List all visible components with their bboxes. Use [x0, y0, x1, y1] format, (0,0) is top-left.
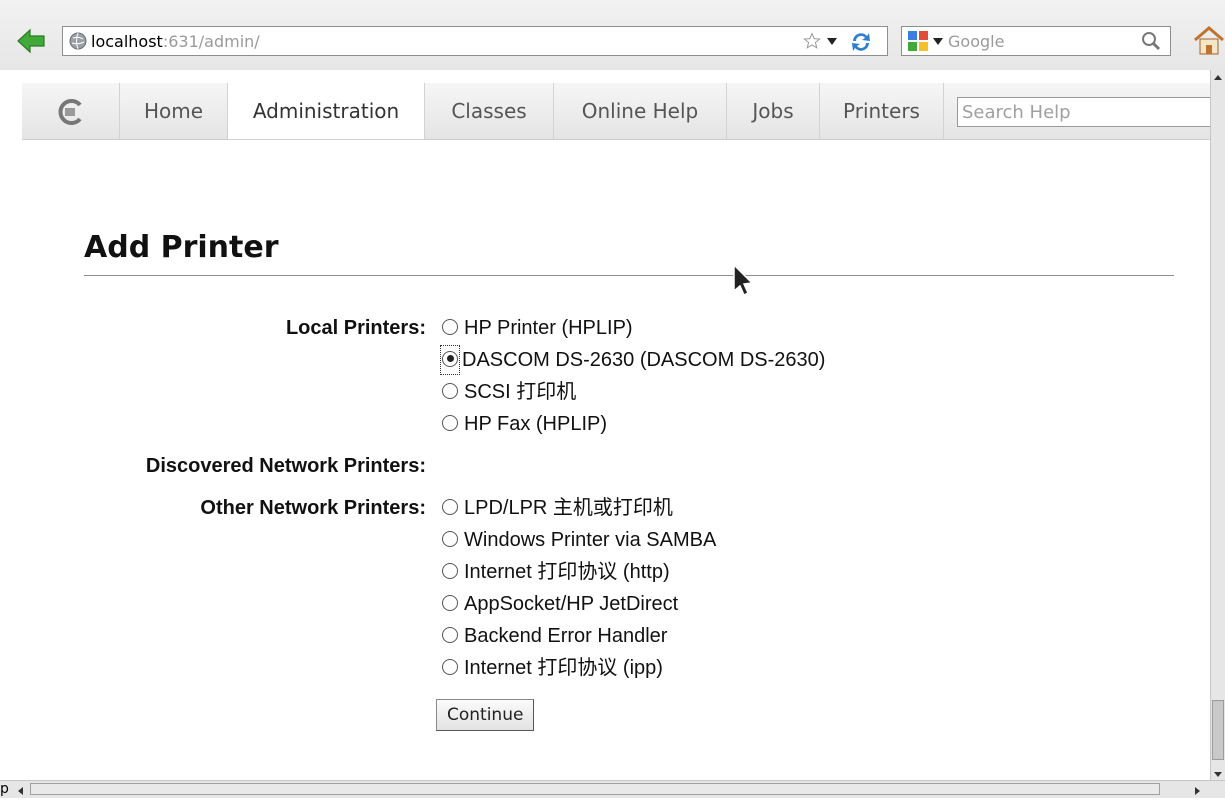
page-title: Add Printer: [84, 230, 279, 265]
browser-toolbar: localhost:631/admin/ Google: [0, 0, 1225, 70]
url-host: localhost: [91, 32, 163, 51]
history-dropdown-icon[interactable]: [827, 38, 837, 45]
option-label: Windows Printer via SAMBA: [464, 529, 717, 551]
globe-icon: [69, 32, 87, 50]
reload-icon[interactable]: [849, 30, 873, 54]
horizontal-scroll-thumb[interactable]: [30, 783, 1160, 795]
mouse-cursor-icon: [728, 263, 758, 299]
radio-focus-ring: [440, 345, 460, 375]
other-printers-label: Other Network Printers:: [200, 497, 426, 519]
option-label: DASCOM DS-2630 (DASCOM DS-2630): [462, 349, 826, 371]
magnifier-icon[interactable]: [1140, 30, 1162, 52]
option-label: HP Printer (HPLIP): [464, 317, 633, 339]
option-scsi[interactable]: SCSI 打印机: [442, 379, 576, 405]
star-icon[interactable]: [803, 32, 821, 50]
cups-logo-icon: [58, 99, 82, 125]
option-lpd[interactable]: LPD/LPR 主机或打印机: [442, 495, 673, 521]
horizontal-scrollbar[interactable]: [0, 780, 1225, 798]
option-dascom[interactable]: DASCOM DS-2630 (DASCOM DS-2630): [440, 345, 826, 375]
radio-button[interactable]: [442, 658, 458, 675]
url-text[interactable]: localhost:631/admin/: [91, 32, 260, 52]
home-icon[interactable]: [1192, 24, 1225, 58]
radio-button[interactable]: [442, 562, 458, 579]
cups-navbar: Home Administration Classes Online Help …: [22, 83, 1210, 140]
tab-online-help[interactable]: Online Help: [554, 83, 727, 139]
option-label: Internet 打印协议 (http): [464, 561, 670, 583]
option-hp-printer[interactable]: HP Printer (HPLIP): [442, 315, 633, 341]
option-label: SCSI 打印机: [464, 381, 577, 403]
radio-button[interactable]: [442, 626, 458, 643]
help-search-input[interactable]: [957, 97, 1210, 127]
tab-classes[interactable]: Classes: [425, 83, 554, 139]
tab-jobs[interactable]: Jobs: [727, 83, 820, 139]
radio-button[interactable]: [442, 414, 458, 431]
scroll-right-arrow-icon[interactable]: [1190, 783, 1204, 797]
google-icon[interactable]: [907, 30, 929, 52]
option-ipp-http[interactable]: Internet 打印协议 (http): [442, 559, 670, 585]
local-printers-label: Local Printers:: [285, 317, 426, 339]
tab-printers[interactable]: Printers: [820, 83, 944, 139]
web-search-placeholder: Google: [948, 32, 1005, 51]
radio-button[interactable]: [442, 530, 458, 547]
scroll-up-arrow-icon[interactable]: [1211, 70, 1225, 84]
option-ipp[interactable]: Internet 打印协议 (ipp): [442, 655, 663, 681]
continue-button[interactable]: Continue: [436, 699, 535, 731]
scroll-down-arrow-icon[interactable]: [1211, 766, 1225, 780]
option-label: LPD/LPR 主机或打印机: [464, 497, 673, 519]
tab-home[interactable]: Home: [120, 83, 228, 139]
scroll-left-arrow-icon[interactable]: [14, 783, 28, 797]
option-label: AppSocket/HP JetDirect: [464, 593, 679, 615]
option-appsocket[interactable]: AppSocket/HP JetDirect: [442, 591, 678, 617]
cups-logo[interactable]: [22, 83, 120, 139]
url-path: :631/admin/: [162, 32, 260, 51]
web-search-box[interactable]: Google: [901, 26, 1171, 56]
option-backend-error[interactable]: Backend Error Handler: [442, 623, 667, 649]
option-label: Internet 打印协议 (ipp): [464, 657, 663, 679]
discovered-printers-label: Discovered Network Printers:: [145, 455, 426, 477]
radio-button[interactable]: [442, 594, 458, 611]
radio-button-selected[interactable]: [442, 350, 458, 367]
vertical-scroll-thumb[interactable]: [1212, 700, 1224, 760]
radio-button[interactable]: [442, 382, 458, 399]
tab-administration[interactable]: Administration: [228, 83, 425, 139]
option-hp-fax[interactable]: HP Fax (HPLIP): [442, 411, 607, 437]
radio-button[interactable]: [442, 498, 458, 515]
page-viewport: Home Administration Classes Online Help …: [0, 70, 1210, 780]
title-divider: [84, 275, 1174, 276]
engine-dropdown-icon[interactable]: [933, 38, 943, 45]
status-text: p: [0, 781, 9, 797]
address-bar[interactable]: localhost:631/admin/: [62, 26, 888, 56]
option-samba[interactable]: Windows Printer via SAMBA: [442, 527, 716, 553]
radio-button[interactable]: [442, 318, 458, 335]
back-arrow-icon[interactable]: [16, 26, 46, 56]
vertical-scrollbar[interactable]: [1210, 70, 1225, 780]
option-label: HP Fax (HPLIP): [464, 413, 607, 435]
option-label: Backend Error Handler: [464, 625, 668, 647]
